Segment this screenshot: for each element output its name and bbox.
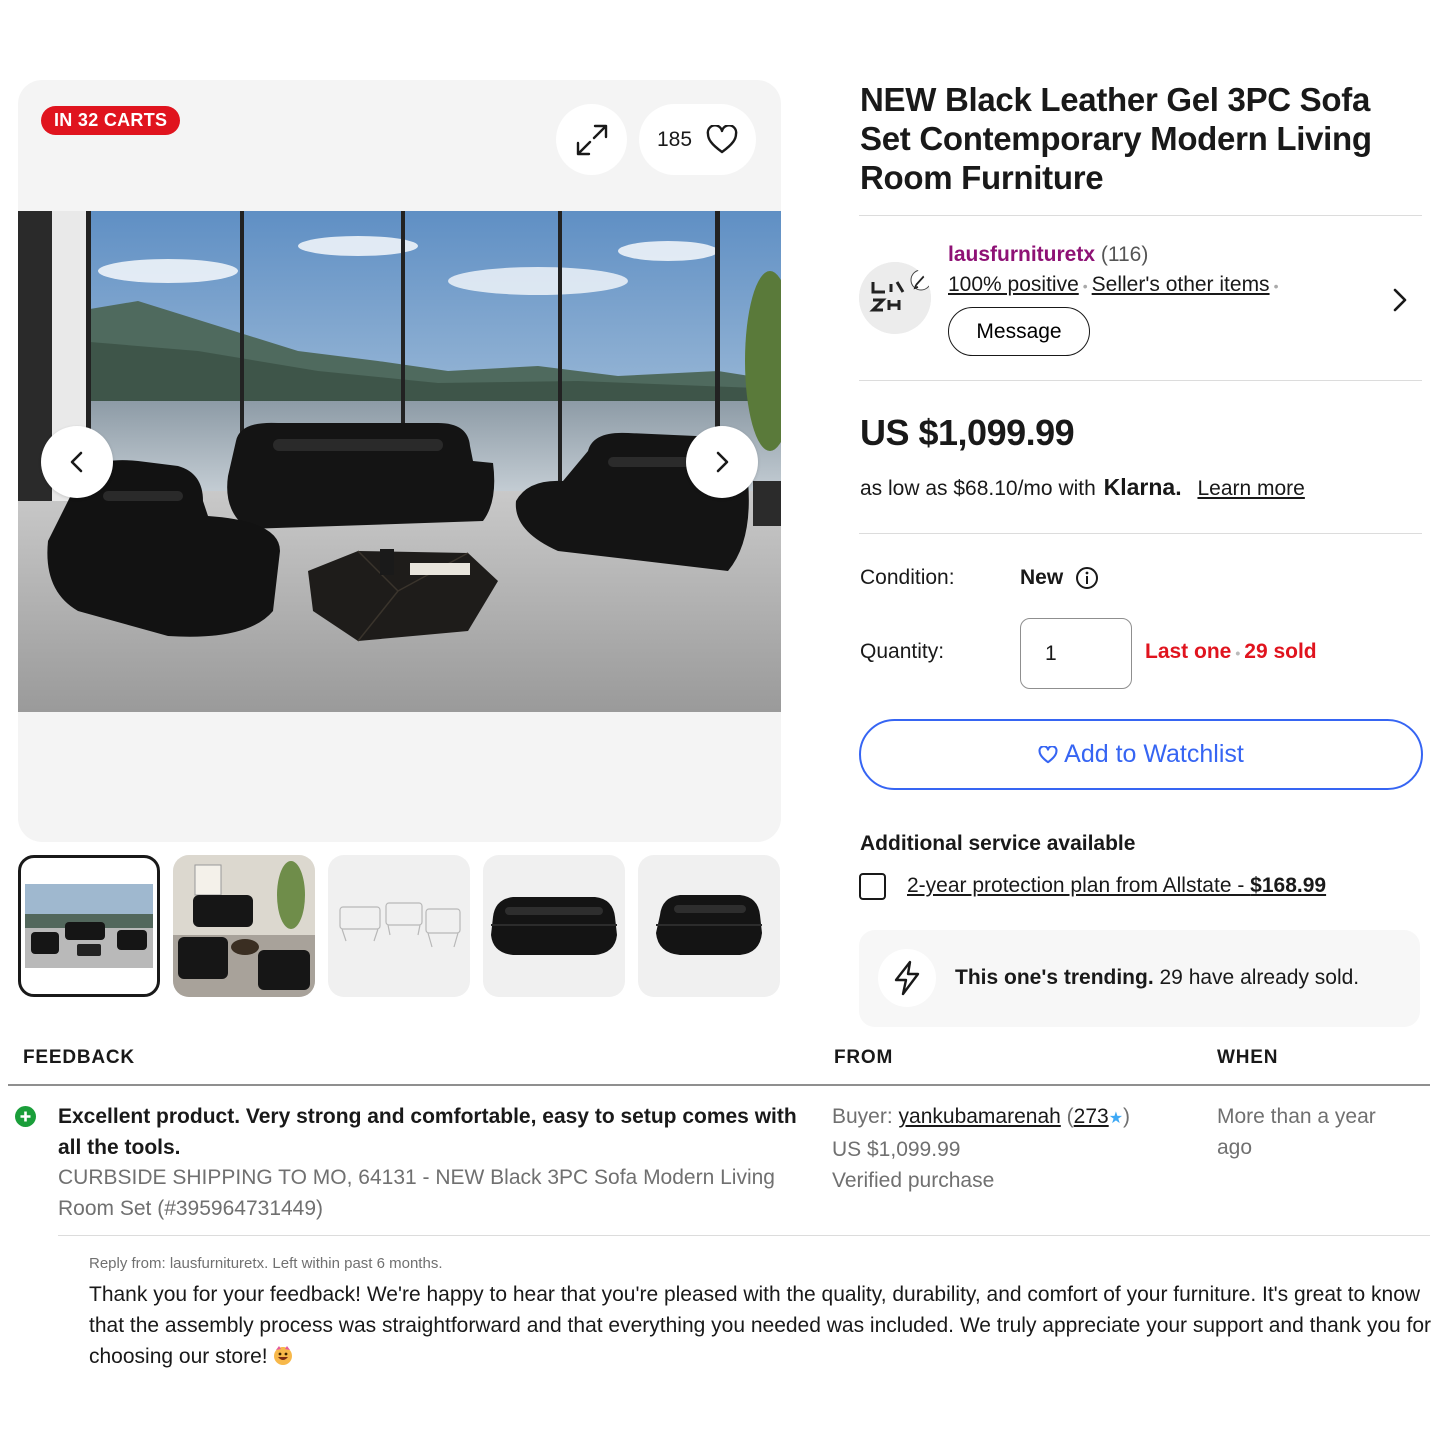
main-product-image[interactable] — [18, 211, 781, 712]
next-image-button[interactable] — [686, 426, 758, 498]
thumbnail-strip — [18, 855, 780, 997]
buyer-name-link[interactable]: yankubamarenah — [899, 1105, 1061, 1128]
feedback-when: More than a year ago — [1217, 1105, 1376, 1159]
klarna-text: as low as $68.10/mo with — [860, 477, 1096, 500]
smiling-face-emoji-icon — [273, 1346, 292, 1365]
trending-text: This one's trending. 29 have already sol… — [955, 966, 1359, 990]
buyer-score-link[interactable]: 273 — [1074, 1105, 1109, 1128]
divider — [859, 380, 1422, 381]
watch-count-button[interactable]: 185 — [639, 104, 756, 175]
thumbnail-image — [339, 902, 461, 948]
condition-value: New — [1020, 566, 1064, 589]
when-header: WHEN — [1217, 1047, 1279, 1068]
thumbnail-1[interactable] — [18, 855, 160, 997]
chevron-right-icon — [716, 451, 729, 473]
seller-name-row: lausfurnituretx (116) — [948, 243, 1148, 267]
in-carts-badge: IN 32 CARTS — [41, 106, 181, 135]
quantity-label: Quantity: — [860, 640, 945, 663]
thumbnail-image — [173, 855, 315, 997]
buyer-prefix: Buyer: — [832, 1105, 899, 1128]
message-seller-button[interactable]: Message — [948, 307, 1090, 356]
seller-links: 100% positive • Seller's other items • — [948, 273, 1279, 296]
star-icon: ★ — [1108, 1110, 1124, 1127]
feedback-from: Buyer: yankubamarenah (273★) US $1,099.9… — [832, 1101, 1130, 1196]
thumbnail-image — [656, 895, 762, 955]
chevron-left-icon — [70, 451, 83, 473]
chevron-right-icon[interactable] — [1390, 286, 1410, 314]
reply-text-block: Thank you for your feedback! We're happy… — [89, 1279, 1434, 1372]
protection-plan-text: 2-year protection plan from Allstate - — [907, 874, 1251, 897]
thumbnail-image — [491, 897, 617, 955]
trending-bold: This one's trending. — [955, 966, 1154, 989]
quantity-status: Last one • 29 sold — [1145, 640, 1317, 663]
feedback-item: CURBSIDE SHIPPING TO MO, 64131 - NEW Bla… — [58, 1166, 775, 1220]
trending-banner: This one's trending. 29 have already sol… — [859, 930, 1420, 1027]
seller-other-items-link[interactable]: Seller's other items — [1092, 273, 1270, 296]
watch-count: 185 — [656, 127, 693, 151]
heart-icon — [706, 124, 738, 153]
price: US $1,099.99 — [860, 412, 1075, 453]
verified-purchase: Verified purchase — [832, 1169, 995, 1192]
seller-logo-icon — [859, 262, 931, 334]
seller-positive-link[interactable]: 100% positive — [948, 273, 1079, 296]
living-room-photo — [18, 211, 781, 712]
seller-avatar[interactable] — [859, 262, 931, 334]
previous-image-button[interactable] — [41, 426, 113, 498]
thumbnail-2[interactable] — [173, 855, 315, 997]
divider — [859, 215, 1422, 216]
trending-rest: 29 have already sold. — [1153, 966, 1360, 989]
seller-feedback-count: (116) — [1100, 243, 1149, 266]
klarna-logo: Klarna. — [1103, 474, 1182, 500]
add-to-watchlist-label: Add to Watchlist — [1064, 740, 1244, 768]
thumbnail-3[interactable] — [328, 855, 470, 997]
protection-plan-checkbox[interactable] — [859, 873, 886, 900]
add-to-watchlist-button[interactable]: Add to Watchlist — [859, 719, 1423, 790]
learn-more-link[interactable]: Learn more — [1197, 477, 1304, 500]
thumbnail-image — [25, 884, 153, 968]
thumbnail-4[interactable] — [483, 855, 625, 997]
product-title: NEW Black Leather Gel 3PC Sofa Set Conte… — [860, 81, 1372, 196]
expand-icon — [576, 124, 607, 155]
thumbnail-5[interactable] — [638, 855, 780, 997]
condition-value-row: New — [1020, 566, 1099, 590]
additional-service-title: Additional service available — [860, 832, 1136, 855]
quantity-input[interactable] — [1020, 618, 1132, 689]
seller-name[interactable]: lausfurnituretx — [948, 243, 1095, 266]
heart-icon — [1038, 745, 1058, 763]
condition-label: Condition: — [860, 566, 955, 589]
buyer-price: US $1,099.99 — [832, 1138, 961, 1161]
protection-plan-price: $168.99 — [1250, 874, 1327, 897]
protection-plan-link[interactable]: 2-year protection plan from Allstate - $… — [907, 874, 1326, 898]
divider — [859, 533, 1422, 534]
image-gallery: IN 32 CARTS 185 — [18, 80, 781, 842]
feedback-divider — [8, 1084, 1430, 1086]
feedback-header: FEEDBACK — [23, 1047, 135, 1068]
feedback-comment: Excellent product. Very strong and comfo… — [58, 1105, 797, 1159]
from-header: FROM — [834, 1047, 894, 1068]
expand-button[interactable] — [556, 104, 627, 175]
last-one-label: Last one — [1145, 640, 1232, 663]
reply-divider — [58, 1235, 1430, 1236]
klarna-financing: as low as $68.10/mo with Klarna. Learn m… — [860, 474, 1305, 501]
lightning-icon — [878, 949, 936, 1007]
sold-count: 29 sold — [1244, 640, 1317, 663]
info-icon[interactable] — [1075, 566, 1099, 590]
reply-meta: Reply from: lausfurnituretx. Left within… — [89, 1255, 443, 1272]
positive-feedback-icon — [15, 1106, 36, 1127]
